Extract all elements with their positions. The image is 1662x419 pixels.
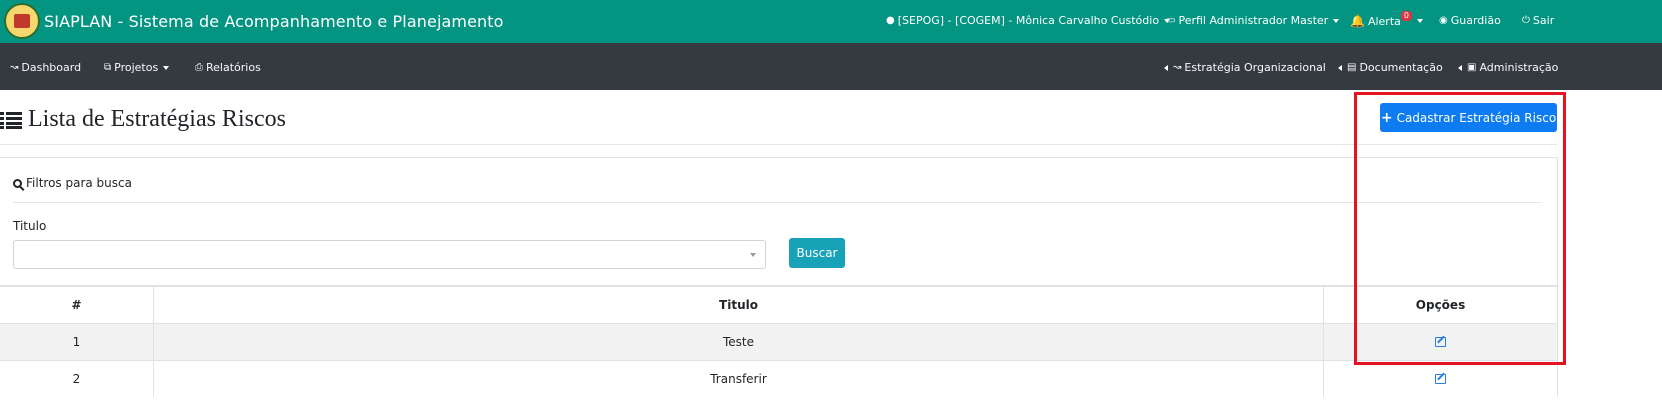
column-header-title[interactable]: Titulo	[154, 287, 1324, 323]
page-title: Lista de Estratégias Riscos	[0, 106, 286, 133]
alert-label: Alerta	[1367, 14, 1401, 28]
user-menu[interactable]: ● [SEPOG] - [COGEM] - Mônica Carvalho Cu…	[886, 14, 1171, 27]
nav-documentation-label: Documentação	[1359, 61, 1443, 74]
line-chart-icon: ↝	[1173, 62, 1182, 73]
nav-org-strategy-label: Estratégia Organizacional	[1184, 61, 1326, 74]
lock-icon: ▣	[1467, 62, 1477, 73]
nav-reports[interactable]: ⎙ Relatórios	[195, 61, 261, 74]
clone-icon: ⧉	[104, 62, 112, 73]
search-icon	[13, 178, 22, 188]
app-title[interactable]: SIAPLAN - Sistema de Acompanhamento e Pl…	[44, 12, 504, 31]
filter-divider	[13, 202, 1542, 203]
title-filter-label: Titulo	[13, 219, 47, 233]
nav-dashboard-label: Dashboard	[21, 61, 82, 74]
book-icon: ▤	[1347, 62, 1357, 73]
nav-administration-label: Administração	[1479, 61, 1559, 74]
chevron-down-icon	[1416, 19, 1423, 23]
nav-administration[interactable]: ▣ Administração	[1458, 61, 1558, 74]
main-nav: ↝ Dashboard ⧉ Projetos ⎙ Relatórios ↝ Es…	[0, 43, 1662, 90]
highlight-box	[1354, 92, 1566, 365]
nav-projects[interactable]: ⧉ Projetos	[104, 61, 170, 74]
chevron-down-icon	[163, 65, 170, 70]
alert-count-badge: 0	[1400, 11, 1412, 21]
column-header-number[interactable]: #	[0, 287, 154, 323]
chevron-left-icon	[1164, 64, 1168, 71]
nav-projects-label: Projetos	[114, 61, 159, 74]
list-icon	[0, 111, 22, 129]
power-icon: ⏻	[1522, 15, 1530, 26]
nav-reports-label: Relatórios	[206, 61, 261, 74]
chevron-down-icon	[1333, 18, 1340, 23]
filter-heading: Filtros para busca	[13, 176, 132, 190]
user-menu-label: [SEPOG] - [COGEM] - Mônica Carvalho Cust…	[897, 14, 1160, 27]
top-header: SIAPLAN - Sistema de Acompanhamento e Pl…	[0, 0, 1662, 43]
logout-label: Sair	[1532, 14, 1555, 27]
row-title: Transferir	[154, 361, 1324, 397]
shield-icon: ◉	[1439, 15, 1448, 26]
alert-menu[interactable]: 🔔 Alerta 0	[1350, 11, 1423, 28]
logout-link[interactable]: ⏻ Sair	[1522, 14, 1554, 27]
table-row: 1 Teste	[0, 323, 1558, 360]
row-number: 2	[0, 361, 154, 397]
row-number: 1	[0, 324, 154, 360]
title-filter-select[interactable]	[13, 240, 766, 269]
page-title-text: Lista de Estratégias Riscos	[28, 106, 286, 132]
line-chart-icon: ↝	[10, 62, 19, 73]
profile-menu[interactable]: ▭ Perfil Administrador Master	[1166, 14, 1340, 27]
profile-menu-label: Perfil Administrador Master	[1178, 14, 1329, 27]
table-row: 2 Transferir	[0, 360, 1558, 397]
table-header-row: # Titulo Opções	[0, 285, 1558, 323]
id-card-icon: ▭	[1166, 15, 1176, 26]
chevron-down-icon	[750, 253, 756, 257]
guardian-link[interactable]: ◉ Guardião	[1439, 14, 1501, 27]
app-logo[interactable]	[4, 3, 40, 39]
nav-dashboard[interactable]: ↝ Dashboard	[10, 61, 81, 74]
chevron-left-icon	[1338, 64, 1342, 71]
print-icon: ⎙	[195, 62, 203, 73]
user-icon: ●	[886, 15, 895, 26]
edit-icon[interactable]	[1435, 374, 1446, 384]
chevron-left-icon	[1458, 64, 1462, 71]
bell-icon: 🔔	[1350, 14, 1365, 28]
filter-heading-text: Filtros para busca	[26, 176, 132, 190]
row-options	[1324, 361, 1558, 397]
guardian-label: Guardião	[1450, 14, 1501, 27]
nav-org-strategy[interactable]: ↝ Estratégia Organizacional	[1164, 61, 1326, 74]
row-title: Teste	[154, 324, 1324, 360]
nav-documentation[interactable]: ▤ Documentação	[1338, 61, 1443, 74]
search-button[interactable]: Buscar	[789, 238, 845, 268]
header-divider	[0, 144, 1557, 145]
